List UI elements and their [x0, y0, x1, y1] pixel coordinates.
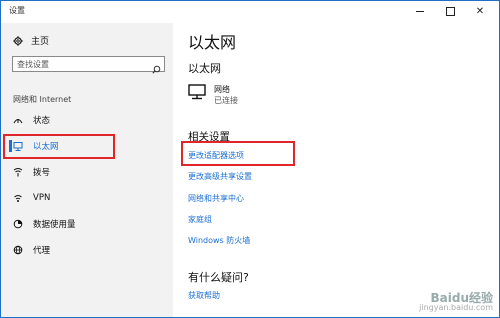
minimize-icon — [416, 10, 424, 12]
sidebar-item-data-usage[interactable]: 数据使用量 — [9, 215, 159, 233]
close-icon: ✕ — [475, 5, 485, 17]
link-advanced-sharing[interactable]: 更改高级共享设置 — [188, 171, 252, 182]
title-bar: 设置 ✕ — [1, 1, 499, 23]
window-title: 设置 — [9, 6, 25, 15]
maximize-button[interactable] — [435, 1, 465, 21]
settings-window: 设置 ✕ 主页 网络和 Internet 状态 — [0, 0, 500, 318]
sidebar-item-label: 拨号 — [33, 168, 51, 178]
sidebar-item-dialup[interactable]: 拨号 — [9, 163, 159, 181]
sidebar-item-label: 状态 — [33, 116, 51, 126]
sidebar: 主页 网络和 Internet 状态 以太网 拨号 — [1, 23, 173, 317]
sidebar-item-vpn[interactable]: VPN — [9, 189, 159, 207]
connection-status: 已连接 — [214, 96, 238, 105]
main-content: 以太网 以太网 网络 已连接 相关设置 更改适配器选项 更改高级共享设置 网络和… — [173, 23, 499, 317]
vpn-icon — [13, 193, 23, 203]
sidebar-item-label: 代理 — [33, 246, 51, 256]
close-button[interactable]: ✕ — [465, 1, 495, 21]
sidebar-item-label: 数据使用量 — [33, 220, 76, 230]
section-subtitle: 以太网 — [188, 62, 221, 75]
watermark: Baidu经验 jingyan.baidu.com — [419, 291, 494, 313]
home-nav-item[interactable]: 主页 — [13, 34, 49, 47]
sidebar-item-proxy[interactable]: 代理 — [9, 241, 159, 259]
sidebar-item-label: VPN — [33, 193, 51, 203]
link-windows-firewall[interactable]: Windows 防火墙 — [188, 235, 250, 246]
questions-title: 有什么疑问? — [188, 271, 249, 284]
connection-name: 网络 — [214, 85, 230, 94]
maximize-icon — [445, 6, 455, 16]
highlight-box-adapter-options — [181, 141, 295, 166]
network-monitor-icon — [188, 84, 206, 100]
settings-search-box[interactable] — [12, 56, 165, 74]
home-label: 主页 — [31, 37, 50, 47]
section-header-network: 网络和 Internet — [13, 95, 72, 104]
highlight-box-ethernet — [3, 134, 115, 159]
home-gear-icon — [13, 35, 23, 46]
watermark-logo: Baidu经验 — [430, 291, 494, 305]
link-homegroup[interactable]: 家庭组 — [188, 214, 212, 225]
minimize-button[interactable] — [405, 1, 435, 21]
link-network-sharing-center[interactable]: 网络和共享中心 — [188, 193, 244, 204]
link-get-help[interactable]: 获取帮助 — [188, 290, 220, 301]
sidebar-item-status[interactable]: 状态 — [9, 111, 159, 129]
dialup-icon — [13, 167, 23, 177]
network-connection[interactable]: 网络 已连接 — [188, 84, 238, 106]
data-usage-icon — [13, 219, 23, 229]
watermark-url: jingyan.baidu.com — [419, 303, 493, 312]
search-icon[interactable] — [152, 59, 161, 78]
status-icon — [13, 115, 23, 125]
search-input[interactable] — [17, 58, 147, 70]
proxy-icon — [13, 245, 23, 255]
page-title: 以太网 — [188, 33, 237, 52]
